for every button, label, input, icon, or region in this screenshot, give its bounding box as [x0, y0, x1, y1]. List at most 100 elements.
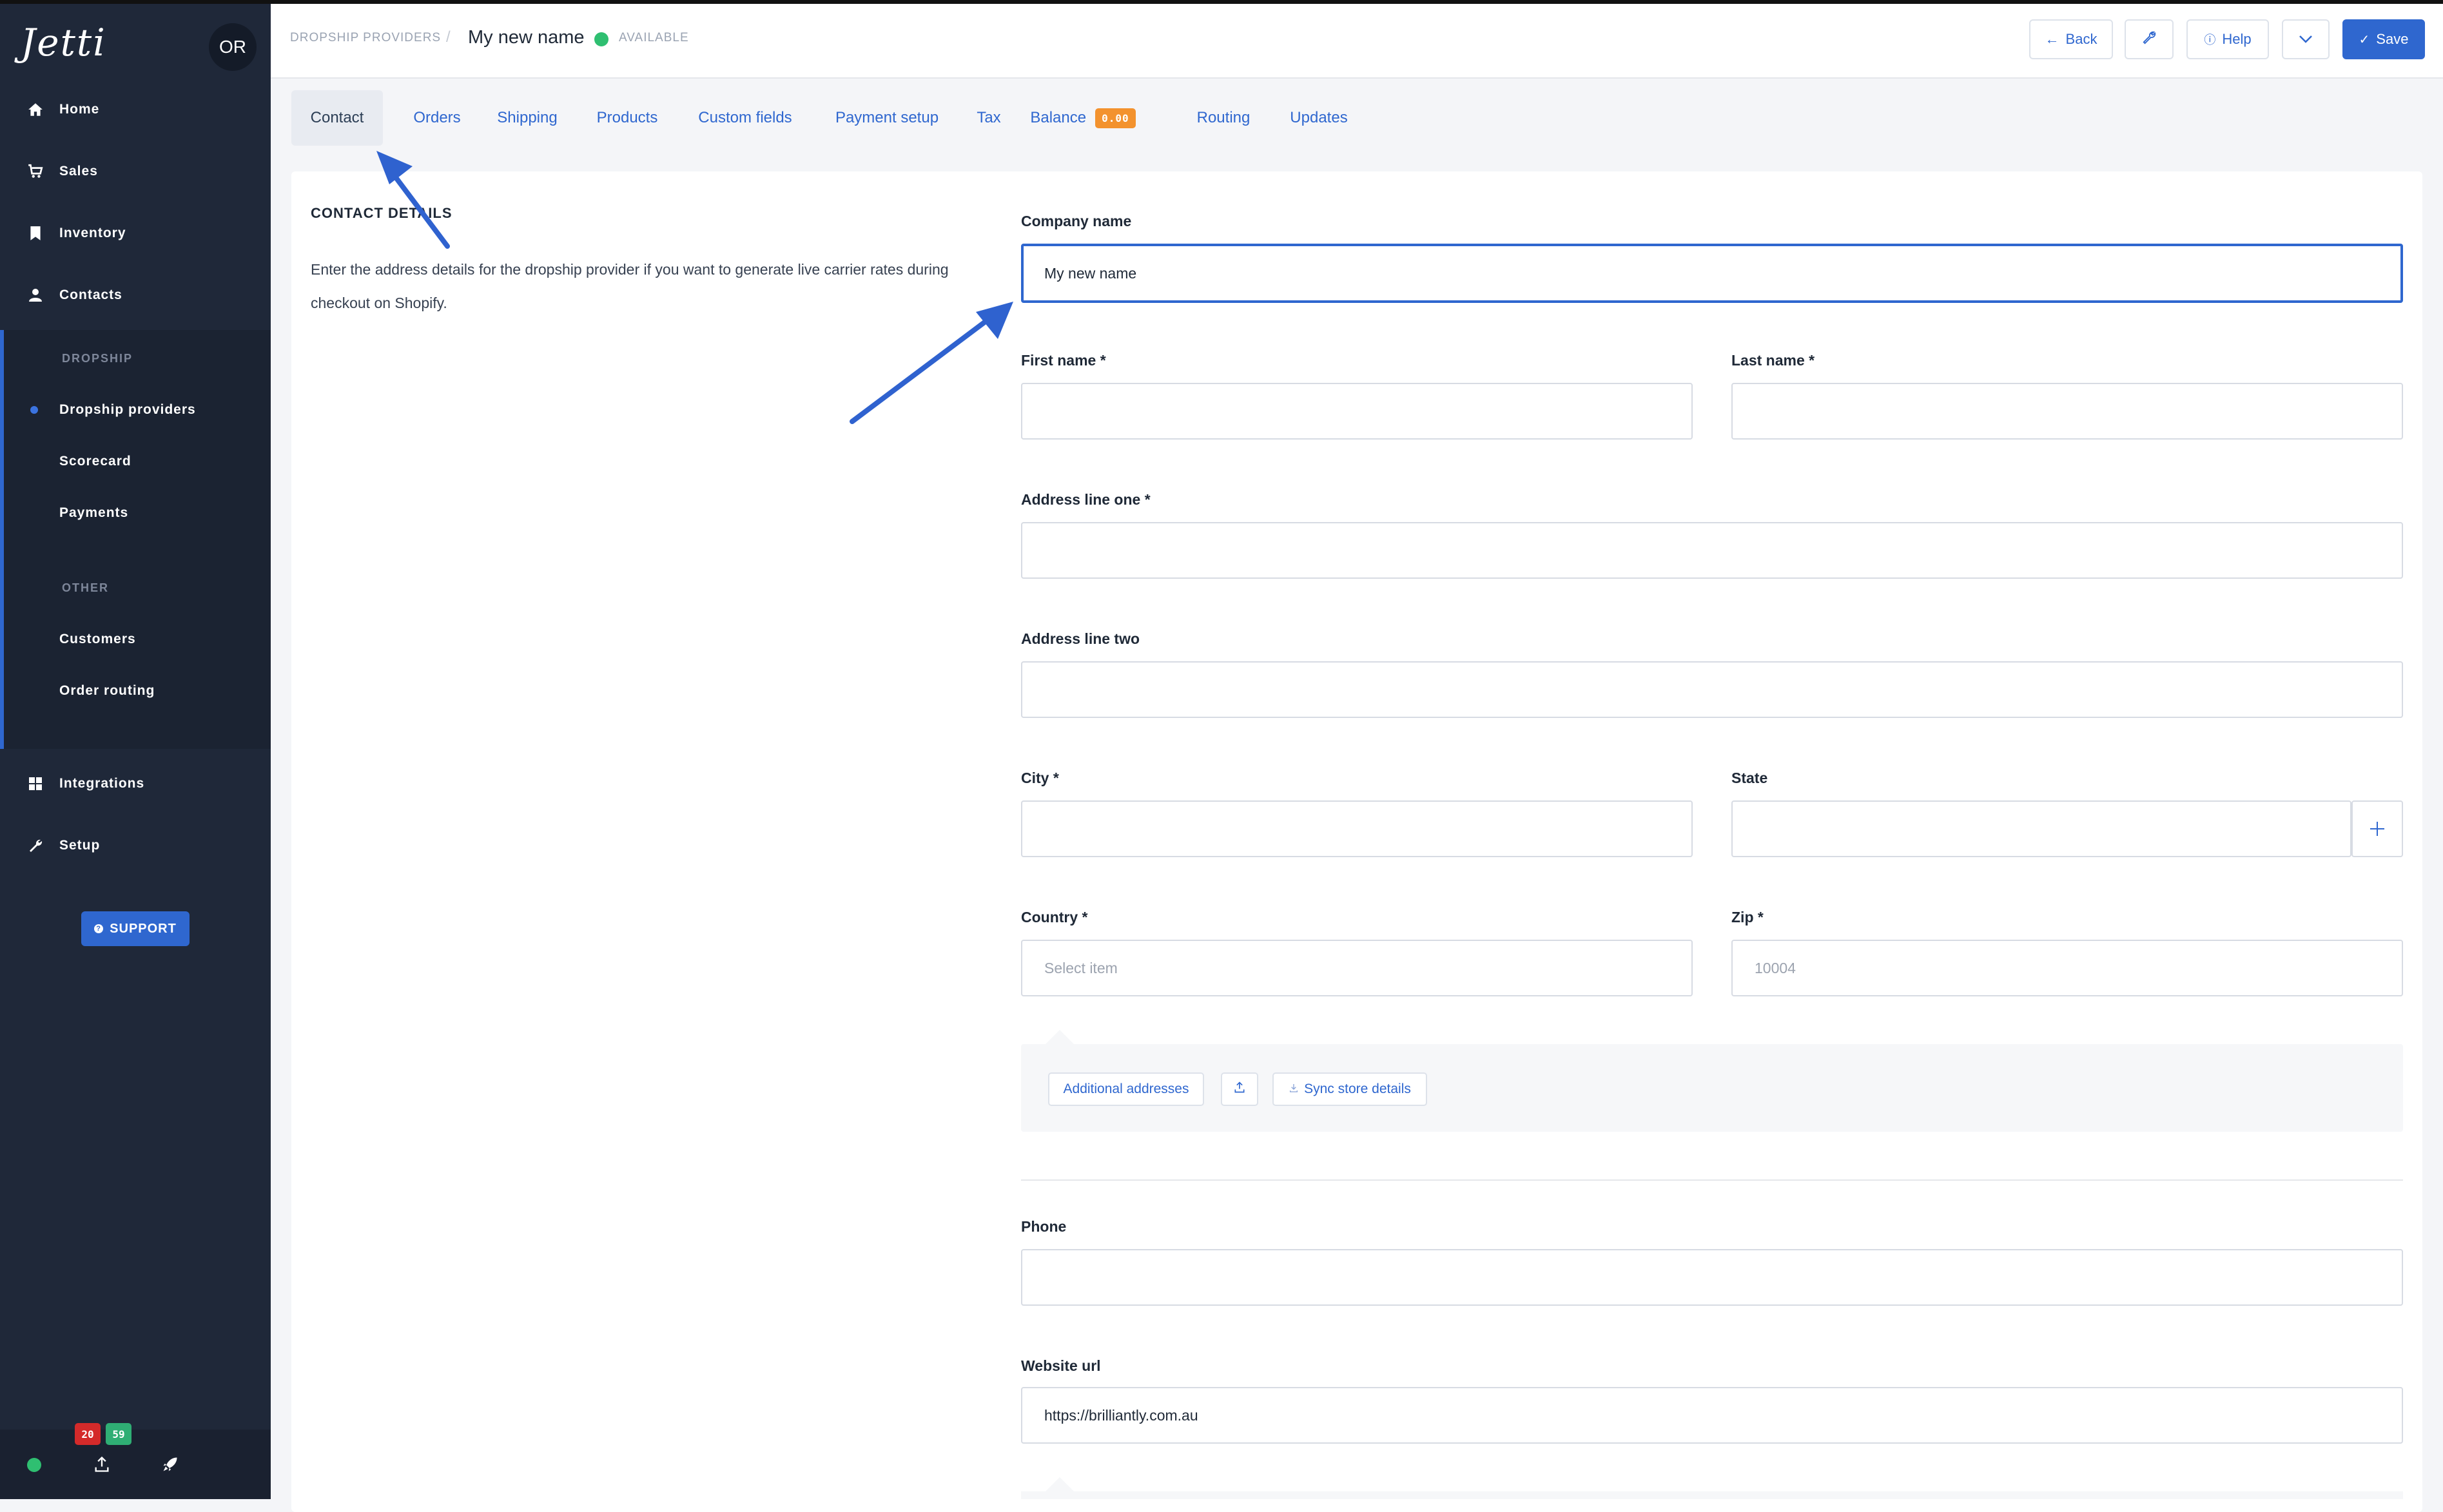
- help-circle-icon: ⓘ: [2204, 34, 2216, 46]
- jetti-logo[interactable]: Jetti: [21, 21, 106, 64]
- page-header: DROPSHIP PROVIDERS / My new name AVAILAB…: [271, 4, 2443, 79]
- connection-status-dot: [27, 1458, 41, 1472]
- website-value: https://brilliantly.com.au: [1044, 1406, 1198, 1424]
- sidebar-item-label: Contacts: [59, 287, 122, 302]
- more-dropdown-button[interactable]: [2282, 19, 2330, 59]
- tab-shipping[interactable]: Shipping: [489, 90, 566, 146]
- zip-input[interactable]: 10004: [1731, 940, 2403, 996]
- success-count-badge[interactable]: 59: [106, 1423, 131, 1445]
- save-button[interactable]: ✓ Save: [2342, 19, 2425, 59]
- sidebar-item-home[interactable]: Home: [0, 90, 271, 129]
- wrench-icon: [2142, 30, 2156, 48]
- breadcrumb[interactable]: DROPSHIP PROVIDERS: [290, 31, 441, 45]
- panel-notch: [1046, 1030, 1074, 1044]
- bookmark-icon: [26, 224, 45, 243]
- status-dot: [594, 32, 608, 46]
- section-description: Enter the address details for the dropsh…: [311, 261, 949, 311]
- additional-addresses-button[interactable]: Additional addresses: [1048, 1072, 1204, 1106]
- phone-label: Phone: [1021, 1218, 1067, 1235]
- country-placeholder: Select item: [1044, 959, 1118, 976]
- tab-balance[interactable]: Balance 0.00: [1025, 90, 1141, 146]
- grid-icon: [26, 774, 45, 793]
- company-name-value: My new name: [1044, 264, 1137, 282]
- sidebar-item-label: Sales: [59, 164, 98, 179]
- sidebar-item-label: Integrations: [59, 776, 145, 791]
- tab-routing[interactable]: Routing: [1186, 90, 1261, 146]
- sidebar-item-sales[interactable]: Sales: [0, 152, 271, 191]
- last-name-label: Last name *: [1731, 352, 1815, 369]
- tab-tax[interactable]: Tax: [969, 90, 1008, 146]
- section-title: CONTACT DETAILS: [311, 205, 453, 221]
- question-icon: ?: [94, 924, 104, 933]
- tab-products[interactable]: Products: [588, 90, 667, 146]
- website-label: Website url: [1021, 1357, 1101, 1374]
- help-label: Help: [2222, 31, 2252, 47]
- tab-contact[interactable]: Contact: [291, 90, 383, 146]
- plus-icon: [2369, 815, 2386, 844]
- sync-store-details-button[interactable]: Sync store details: [1272, 1072, 1427, 1106]
- rocket-icon[interactable]: [159, 1453, 182, 1476]
- sidebar-item-contacts[interactable]: Contacts: [0, 276, 271, 315]
- avatar[interactable]: OR: [209, 23, 257, 71]
- section-divider: [1021, 1179, 2403, 1181]
- section-dropship: DROPSHIP: [62, 352, 133, 365]
- first-name-input[interactable]: [1021, 383, 1693, 440]
- user-icon: [26, 286, 45, 305]
- sidebar-item-label: Home: [59, 102, 100, 117]
- download-icon: [1289, 1081, 1299, 1097]
- company-name-input[interactable]: My new name: [1021, 244, 2403, 303]
- section-other: OTHER: [62, 581, 109, 594]
- state-input[interactable]: [1731, 800, 2351, 857]
- state-label: State: [1731, 770, 1768, 786]
- sidebar-item-customers[interactable]: Customers: [59, 632, 136, 647]
- phone-input[interactable]: [1021, 1249, 2403, 1306]
- sidebar-item-setup[interactable]: Setup: [0, 826, 271, 865]
- back-button[interactable]: ← Back: [2029, 19, 2113, 59]
- company-name-label: Company name: [1021, 213, 1132, 229]
- sidebar-item-dropship-providers[interactable]: Dropship providers: [59, 402, 196, 418]
- page-title: My new name: [468, 27, 585, 48]
- last-name-input[interactable]: [1731, 383, 2403, 440]
- tools-button[interactable]: [2125, 19, 2174, 59]
- tab-updates[interactable]: Updates: [1280, 90, 1358, 146]
- help-button[interactable]: ⓘ Help: [2186, 19, 2269, 59]
- address-one-label: Address line one *: [1021, 491, 1151, 508]
- sync-label: Sync store details: [1304, 1081, 1411, 1096]
- tab-orders[interactable]: Orders: [405, 90, 469, 146]
- country-select[interactable]: Select item: [1021, 940, 1693, 996]
- add-state-button[interactable]: [2351, 800, 2403, 857]
- sidebar-item-integrations[interactable]: Integrations: [0, 764, 271, 803]
- address-one-input[interactable]: [1021, 522, 2403, 579]
- address-two-input[interactable]: [1021, 661, 2403, 718]
- save-label: Save: [2376, 31, 2409, 47]
- sidebar-item-scorecard[interactable]: Scorecard: [59, 454, 131, 469]
- cart-icon: [26, 162, 45, 181]
- upload-icon: [1233, 1081, 1246, 1098]
- zip-placeholder: 10004: [1755, 959, 1796, 976]
- first-name-label: First name *: [1021, 352, 1106, 369]
- zip-label: Zip *: [1731, 909, 1764, 926]
- city-label: City *: [1021, 770, 1059, 786]
- balance-badge: 0.00: [1095, 108, 1136, 128]
- city-input[interactable]: [1021, 800, 1693, 857]
- check-icon: ✓: [2359, 32, 2370, 47]
- sidebar-item-inventory[interactable]: Inventory: [0, 214, 271, 253]
- sidebar: Jetti OR Home Sales Inventory Contacts D…: [0, 4, 271, 1499]
- tab-balance-label: Balance: [1030, 109, 1087, 126]
- sidebar-item-label: Inventory: [59, 226, 126, 240]
- upload-address-button[interactable]: [1221, 1072, 1258, 1106]
- support-button[interactable]: ? SUPPORT: [81, 911, 190, 946]
- country-label: Country *: [1021, 909, 1088, 926]
- sidebar-item-payments[interactable]: Payments: [59, 505, 128, 521]
- tab-payment-setup[interactable]: Payment setup: [824, 90, 950, 146]
- sidebar-item-label: Setup: [59, 838, 101, 853]
- sidebar-item-order-routing[interactable]: Order routing: [59, 683, 155, 699]
- website-input[interactable]: https://brilliantly.com.au: [1021, 1387, 2403, 1444]
- status-badge: AVAILABLE: [619, 31, 689, 44]
- upload-icon[interactable]: [90, 1453, 113, 1476]
- panel-notch: [1046, 1477, 1074, 1491]
- submenu-indicator: [0, 330, 4, 749]
- breadcrumb-separator: /: [446, 28, 451, 46]
- error-count-badge[interactable]: 20: [75, 1423, 101, 1445]
- tab-custom-fields[interactable]: Custom fields: [688, 90, 802, 146]
